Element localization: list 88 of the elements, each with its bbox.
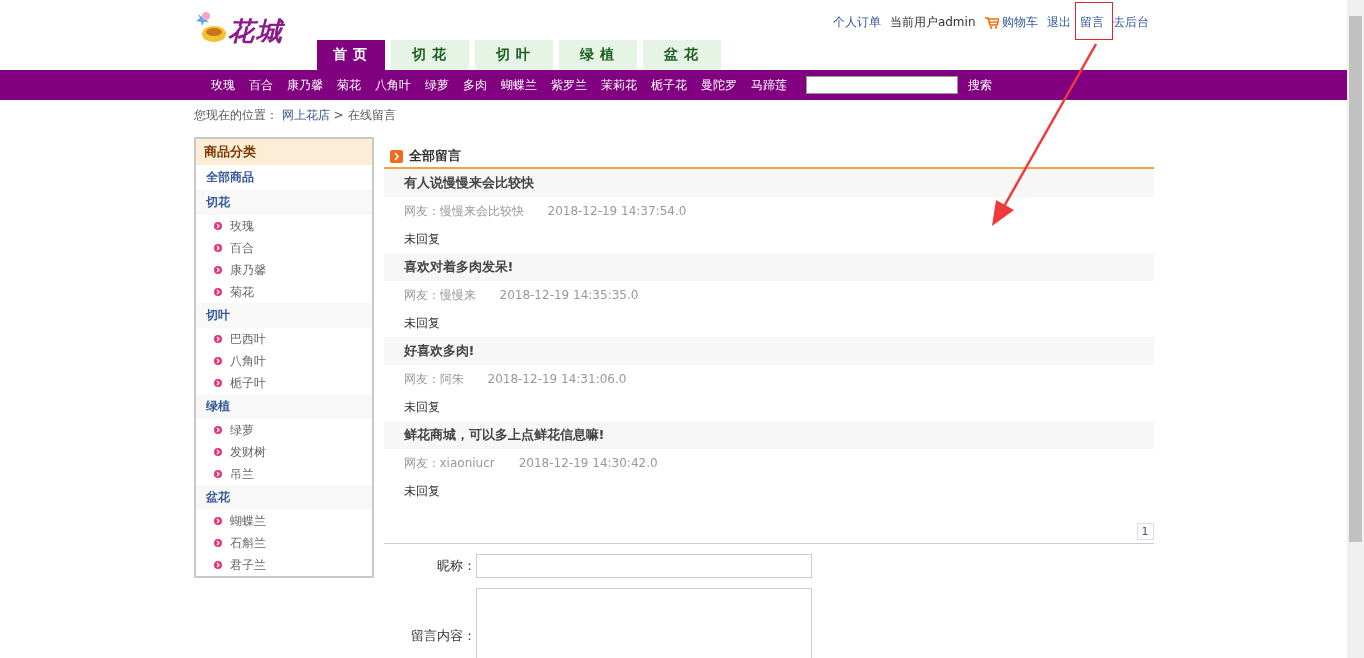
bullet-icon [213, 539, 222, 547]
message-author: 网友：慢慢来 [403, 286, 476, 304]
sidebar-item[interactable]: 玫瑰 [195, 215, 372, 237]
bullet-icon [213, 517, 222, 525]
sidebar-group[interactable]: 切花 [195, 190, 372, 215]
reply-status: 未回复 [402, 314, 441, 332]
logo-text: 花城 [227, 15, 284, 48]
message-time: 2018-12-19 14:35:35.0 [499, 288, 639, 302]
breadcrumb-current: 在线留言 [347, 106, 396, 124]
header-link[interactable]: 退出 [1046, 12, 1071, 33]
category-link[interactable]: 玫瑰 [210, 76, 235, 94]
sidebar-item[interactable]: 吊兰 [195, 463, 372, 485]
nickname-field[interactable] [475, 554, 812, 578]
bullet-icon [213, 561, 222, 569]
nav-tab[interactable]: 绿 植 [558, 40, 637, 70]
category-link[interactable]: 百合 [248, 76, 273, 94]
message-time: 2018-12-19 14:37:54.0 [547, 204, 687, 218]
category-link[interactable]: 绿萝 [424, 76, 449, 94]
sidebar-item[interactable]: 菊花 [195, 281, 372, 303]
header-link[interactable]: 留言 [1079, 12, 1104, 33]
sidebar-item[interactable]: 百合 [195, 237, 372, 259]
section-title: 全部留言 [408, 147, 461, 165]
sidebar-group[interactable]: 绿植 [195, 394, 372, 419]
message-textarea[interactable] [475, 588, 812, 658]
scrollbar[interactable] [1347, 0, 1364, 658]
category-link[interactable]: 八角叶 [374, 76, 411, 94]
reply-status: 未回复 [402, 230, 441, 248]
message-author: 网友：阿朱 [403, 370, 464, 388]
message-title: 有人说慢慢来会比较快 [383, 169, 1154, 197]
bullet-icon [213, 335, 222, 343]
sidebar-item[interactable]: 康乃馨 [195, 259, 372, 281]
message-title: 鲜花商城，可以多上点鲜花信息嘛! [383, 421, 1154, 449]
bullet-icon [213, 266, 222, 274]
reply-status: 未回复 [402, 482, 441, 500]
sidebar-item[interactable]: 栀子叶 [195, 372, 372, 394]
category-link[interactable]: 紫罗兰 [550, 76, 587, 94]
bullet-icon [213, 470, 222, 478]
search-button[interactable]: 搜索 [961, 75, 998, 95]
page-link[interactable]: 1 [1136, 523, 1154, 540]
category-link[interactable]: 康乃馨 [286, 76, 323, 94]
bullet-icon [213, 222, 222, 230]
category-link[interactable]: 蝴蝶兰 [500, 76, 537, 94]
nav-tab[interactable]: 盆 花 [642, 40, 721, 70]
sidebar-item[interactable]: 发财树 [195, 441, 372, 463]
breadcrumb-link[interactable]: 网上花店 [281, 106, 330, 124]
category-link[interactable]: 茉莉花 [600, 76, 637, 94]
sidebar-item[interactable]: 巴西叶 [195, 328, 372, 350]
nav-tab[interactable]: 首 页 [316, 40, 385, 70]
sidebar-all-link[interactable]: 全部商品 [195, 165, 372, 190]
highlight-box [1075, 2, 1113, 40]
cart-icon [984, 16, 999, 29]
category-link[interactable]: 栀子花 [650, 76, 687, 94]
message-title: 喜欢对着多肉发呆! [383, 253, 1154, 281]
sidebar-item[interactable]: 八角叶 [195, 350, 372, 372]
sidebar-item[interactable]: 君子兰 [195, 554, 372, 576]
field-label: 留言内容： [409, 627, 476, 645]
sidebar-group[interactable]: 切叶 [195, 303, 372, 328]
header-link[interactable]: 个人订单 [832, 12, 881, 33]
field-label: 昵称： [435, 557, 476, 575]
category-link[interactable]: 马蹄莲 [750, 76, 787, 94]
breadcrumb-separator: > [333, 108, 344, 122]
message-time: 2018-12-19 14:31:06.0 [487, 372, 627, 386]
nav-tab[interactable]: 切 叶 [474, 40, 553, 70]
sidebar-group[interactable]: 盆花 [195, 485, 372, 510]
sidebar-item[interactable]: 蝴蝶兰 [195, 510, 372, 532]
bullet-icon [213, 357, 222, 365]
category-link[interactable]: 菊花 [336, 76, 361, 94]
sidebar-item[interactable]: 石斛兰 [195, 532, 372, 554]
message-time: 2018-12-19 14:30:42.0 [518, 456, 658, 470]
bullet-icon [213, 448, 222, 456]
bullet-icon [213, 288, 222, 296]
message-title: 好喜欢多肉! [383, 337, 1154, 365]
sidebar-item[interactable]: 绿萝 [195, 419, 372, 441]
bullet-icon [213, 426, 222, 434]
reply-status: 未回复 [402, 398, 441, 416]
message-author: 网友：xiaoniucr [403, 454, 495, 472]
category-link[interactable]: 多肉 [462, 76, 487, 94]
message-author: 网友：慢慢来会比较快 [403, 202, 524, 220]
breadcrumb-prefix: 您现在的位置： [193, 106, 278, 124]
sidebar-title: 商品分类 [195, 139, 372, 165]
search-field[interactable] [805, 76, 958, 94]
current-user-text: 当前用户admin [889, 14, 976, 31]
category-link[interactable]: 曼陀罗 [700, 76, 737, 94]
nav-tab[interactable]: 切 花 [390, 40, 469, 70]
cart-link[interactable]: 购物车 [984, 12, 1038, 33]
bullet-icon [213, 379, 222, 387]
header-link[interactable]: 去后台 [1112, 12, 1149, 33]
bullet-icon [213, 244, 222, 252]
